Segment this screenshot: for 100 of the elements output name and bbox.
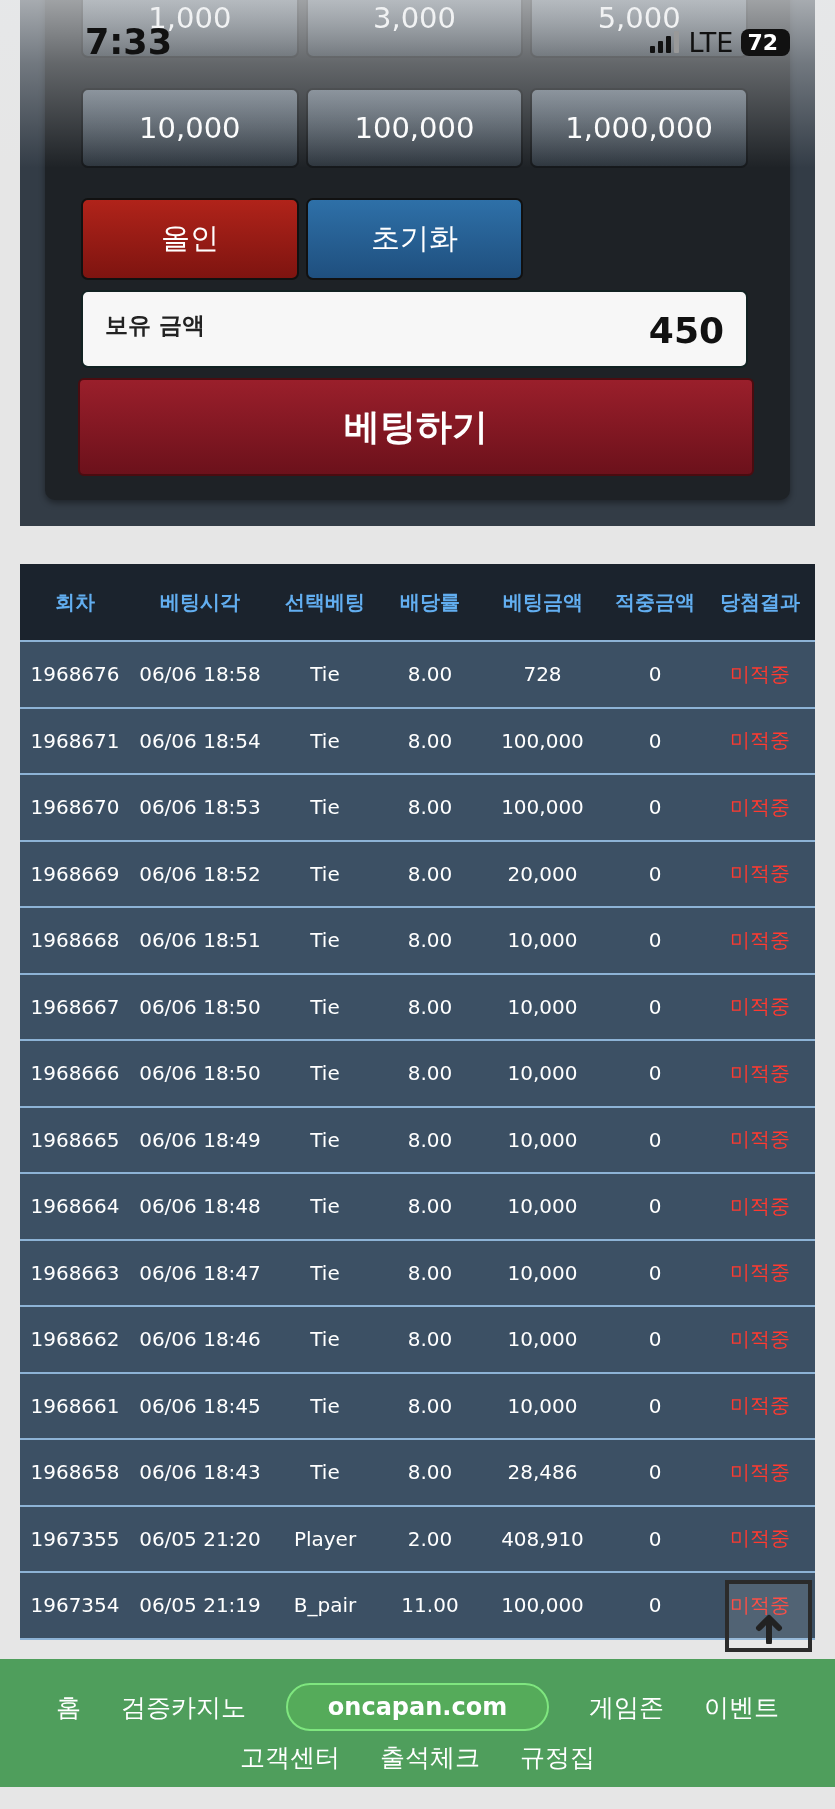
table-cell-text: 8.00 <box>406 928 454 953</box>
table-cell-text: 미적중 <box>729 1591 791 1619</box>
table-cell-text: 1968664 <box>29 1194 121 1219</box>
table-cell-text: 1968671 <box>29 728 121 753</box>
table-cell-text: 미적중 <box>729 1392 791 1420</box>
table-cell-text: 8.00 <box>406 728 454 753</box>
table-cell-text: 미적중 <box>729 1525 791 1553</box>
table-cell-text: 728 <box>522 662 563 687</box>
nav-link[interactable]: 고객센터 <box>240 1741 340 1774</box>
table-cell-text: 06/06 18:48 <box>138 1194 262 1219</box>
table-cell-text: 미적중 <box>729 1192 791 1220</box>
reset-button[interactable]: 초기화 <box>305 198 524 280</box>
table-cell-text: Tie <box>309 861 341 886</box>
table-cell-text: 1968658 <box>29 1460 121 1485</box>
table-cell-text: 미적중 <box>729 860 791 888</box>
table-cell-text: 06/06 18:58 <box>138 662 262 687</box>
table-cell-text: 1968661 <box>29 1393 121 1418</box>
nav-link[interactable]: 홈 <box>55 1690 81 1724</box>
table-cell-text: Tie <box>309 662 341 687</box>
column-header: 당첨결과 <box>719 588 801 616</box>
nav-link[interactable]: 검증카지노 <box>120 1690 246 1724</box>
table-cell-text: 8.00 <box>406 1194 454 1219</box>
table-cell-text: 2.00 <box>406 1526 454 1551</box>
chip-amount-button[interactable]: 10,000 <box>81 88 299 168</box>
table-cell-text: 06/06 18:46 <box>138 1327 262 1352</box>
table-cell-text: 1968665 <box>29 1127 121 1152</box>
column-header: 베팅금액 <box>501 588 584 616</box>
column-header: 베팅시각 <box>159 588 241 616</box>
nav-link[interactable]: 출석체크 <box>380 1741 480 1774</box>
table-cell-text: Tie <box>309 728 341 753</box>
table-cell-text: 0 <box>647 1260 663 1285</box>
balance-value: 450 <box>648 310 724 351</box>
table-cell-text: 1968668 <box>29 928 121 953</box>
table-cell-text: 06/05 21:19 <box>138 1593 262 1618</box>
table-cell-text: 10,000 <box>506 1127 579 1152</box>
table-cell-text: 10,000 <box>506 1260 579 1285</box>
table-cell-text: 0 <box>647 728 663 753</box>
nav-link[interactable]: 규정집 <box>520 1741 595 1774</box>
table-cell-text: 미적중 <box>729 1059 791 1087</box>
table-cell-text: Tie <box>309 1061 341 1086</box>
table-cell-text: 06/06 18:47 <box>138 1260 262 1285</box>
column-header: 적중금액 <box>614 588 696 616</box>
table-cell-text: 0 <box>647 994 663 1019</box>
table-cell-text: 0 <box>647 1526 663 1551</box>
table-cell-text: Tie <box>309 1260 341 1285</box>
table-cell-text: 0 <box>647 662 663 687</box>
table-cell-text: 0 <box>647 1593 663 1618</box>
table-cell-text: 미적중 <box>729 1458 791 1486</box>
table-cell-text: Tie <box>309 1460 341 1485</box>
table-cell-text: 0 <box>647 861 663 886</box>
table-cell-text: 미적중 <box>729 727 791 755</box>
place-bet-button[interactable]: 베팅하기 <box>78 378 754 476</box>
url-bar[interactable]: oncapan.com <box>285 1683 550 1731</box>
table-cell-text: 미적중 <box>729 1259 791 1287</box>
network-label: LTE <box>688 26 734 58</box>
table-cell-text: 미적중 <box>729 1126 791 1154</box>
table-cell-text: 10,000 <box>506 1194 579 1219</box>
table-cell-text: 06/06 18:54 <box>138 728 262 753</box>
table-cell-text: 8.00 <box>406 1460 454 1485</box>
table-cell-text: Tie <box>309 1127 341 1152</box>
chip-amount-button[interactable]: 3,000 <box>305 0 524 58</box>
chip-amount-button[interactable]: 1,000,000 <box>530 88 748 168</box>
table-cell-text: 1968676 <box>29 662 121 687</box>
table-cell-text: 10,000 <box>506 1061 579 1086</box>
table-cell-text: 100,000 <box>500 795 585 820</box>
table-cell-text: 06/06 18:43 <box>138 1460 262 1485</box>
chip-amount-button[interactable]: 100,000 <box>305 88 524 168</box>
all-in-button[interactable]: 올인 <box>81 198 299 280</box>
table-cell-text: 8.00 <box>406 1061 454 1086</box>
table-cell-text: 8.00 <box>406 994 454 1019</box>
table-cell-text: 06/06 18:49 <box>138 1127 262 1152</box>
nav-link[interactable]: 게임존 <box>589 1690 665 1724</box>
table-cell-text: 8.00 <box>406 1393 454 1418</box>
table-cell-text: 0 <box>647 928 663 953</box>
table-cell-text: 06/06 18:53 <box>138 795 262 820</box>
table-cell-text: 0 <box>647 1127 663 1152</box>
table-cell-text: 28,486 <box>506 1460 579 1485</box>
table-cell-text: 100,000 <box>500 728 585 753</box>
table-cell-text: Tie <box>309 1327 341 1352</box>
table-cell-text: 8.00 <box>406 795 454 820</box>
table-cell-text: 미적중 <box>729 660 791 688</box>
table-cell-text: 1968667 <box>29 994 121 1019</box>
table-cell-text: 10,000 <box>506 1327 579 1352</box>
scroll-top-button[interactable] <box>725 1580 812 1652</box>
table-cell-text: 06/06 18:50 <box>138 994 262 1019</box>
signal-icon <box>650 31 681 53</box>
table-cell-text: 1968666 <box>29 1061 121 1086</box>
table-cell-text: 0 <box>647 795 663 820</box>
column-header: 배당률 <box>399 588 461 616</box>
table-cell-text: 06/06 18:45 <box>138 1393 262 1418</box>
table-cell-text: 1967355 <box>29 1526 121 1551</box>
table-cell-text: 10,000 <box>506 994 579 1019</box>
battery-level: 72 <box>741 28 790 56</box>
table-cell-text: 1968662 <box>29 1327 121 1352</box>
table-cell-text: 8.00 <box>406 1127 454 1152</box>
balance-label: 보유 금액 <box>105 311 205 340</box>
nav-link[interactable]: 이벤트 <box>704 1690 780 1724</box>
table-cell-text: Tie <box>309 928 341 953</box>
table-cell-text: 1968670 <box>29 795 121 820</box>
table-cell-text: 06/06 18:52 <box>138 861 262 886</box>
